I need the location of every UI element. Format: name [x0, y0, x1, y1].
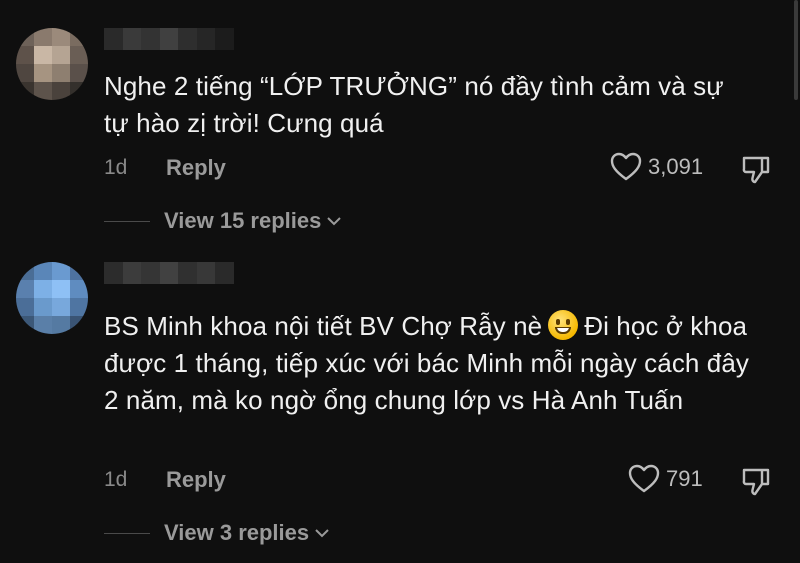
view-replies-label: View 3 replies: [164, 520, 310, 545]
username-blurred[interactable]: [104, 262, 234, 284]
comment-age: 1d: [104, 156, 128, 179]
view-replies-button[interactable]: View 3 replies: [104, 520, 331, 546]
thumbs-down-icon: [742, 468, 770, 496]
comment-text: BS Minh khoa nội tiết BV Chợ Rẫy nè Đi họ…: [104, 308, 764, 419]
grinning-face-emoji: [548, 310, 579, 340]
scrollbar[interactable]: [794, 0, 798, 100]
chevron-down-icon: [315, 529, 329, 538]
heart-icon: [610, 152, 642, 181]
like-count: 3,091: [648, 154, 704, 179]
divider-line: [104, 532, 150, 534]
avatar-blurred[interactable]: [16, 28, 88, 100]
view-replies-button[interactable]: View 15 replies: [104, 208, 343, 234]
view-replies-label: View 15 replies: [164, 208, 322, 233]
thumbs-down-icon: [742, 156, 770, 184]
comment-age: 1d: [104, 468, 128, 491]
chevron-down-icon: [327, 217, 342, 226]
divider-line: [104, 220, 150, 222]
reply-button[interactable]: Reply: [166, 155, 226, 181]
comment-text: Nghe 2 tiếng “LỚP TRƯỞNG” nó đầy tình cả…: [104, 71, 724, 138]
like-button[interactable]: 3,091: [610, 152, 703, 182]
like-button[interactable]: 791: [628, 464, 703, 494]
heart-icon: [628, 464, 660, 493]
avatar-blurred[interactable]: [16, 262, 88, 334]
reply-button[interactable]: Reply: [166, 467, 226, 493]
username-blurred[interactable]: [104, 28, 234, 50]
dislike-button[interactable]: [740, 466, 772, 503]
comment-text-part: BS Minh khoa nội tiết BV Chợ Rẫy nè: [104, 311, 543, 341]
dislike-button[interactable]: [740, 154, 772, 191]
like-count: 791: [666, 466, 703, 491]
